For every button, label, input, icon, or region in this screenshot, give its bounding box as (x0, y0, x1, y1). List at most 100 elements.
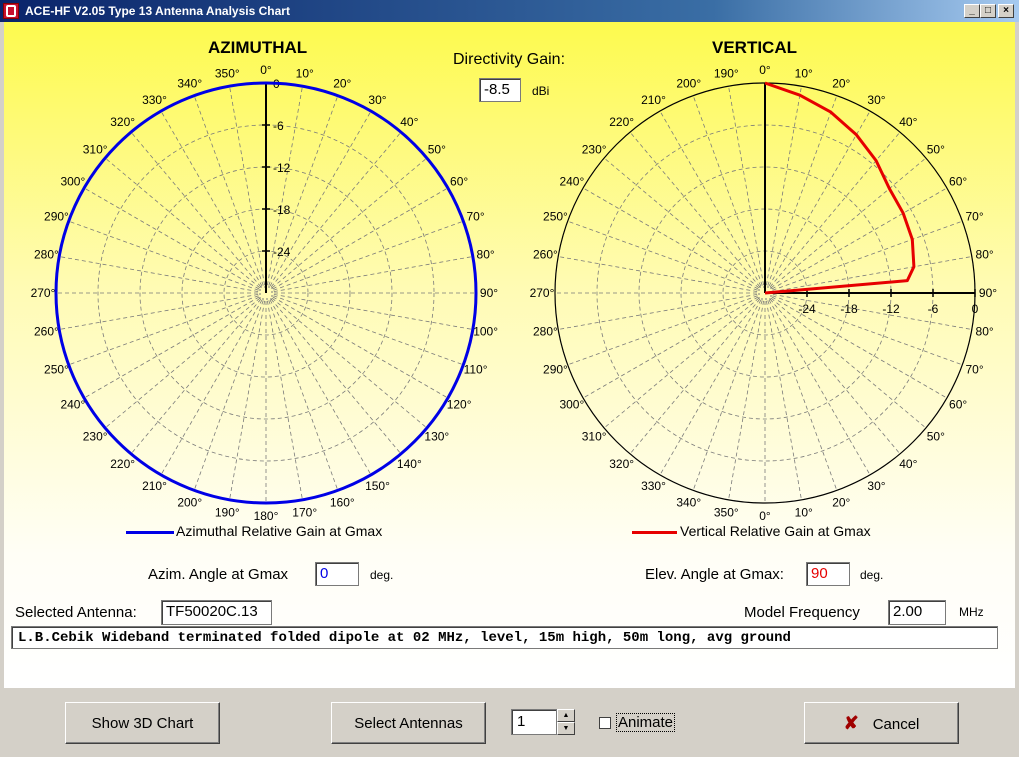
azimuth-angle-label: 340° (177, 76, 202, 90)
vertical-angle-label: 40° (899, 457, 917, 471)
vertical-angle-label: 30° (867, 479, 885, 493)
azimuth-angle-label: 110° (464, 362, 488, 376)
elev-angle-unit: deg. (860, 568, 884, 582)
vertical-grid-spoke (769, 298, 901, 455)
azimuth-angle-label: 200° (177, 496, 202, 510)
azimuth-radial-label: -24 (273, 245, 291, 259)
azimuth-grid-spoke (269, 110, 372, 287)
azim-angle-field: 0 (315, 562, 359, 586)
azimuth-angle-label: 60° (450, 175, 468, 189)
polar-charts: 0° 10° 20° 30° 40° 50° 60° 70° 80° 90° 100° 110° 120… (31, 63, 998, 523)
azimuth-grid-spoke (68, 220, 259, 291)
azimuth-angle-label: 70° (466, 210, 484, 224)
azimuth-grid-spoke (272, 296, 449, 399)
vertical-grid-spoke (659, 299, 762, 476)
vertical-angle-label: 70° (965, 362, 983, 376)
animate-label[interactable]: Animate (616, 713, 676, 732)
azimuth-angle-label: 140° (397, 457, 422, 471)
vertical-grid-spoke (582, 187, 759, 290)
spinner-input[interactable]: 1 (511, 709, 557, 735)
vertical-angle-label: 60° (949, 175, 967, 189)
vertical-radial-label: -18 (840, 302, 858, 316)
azim-angle-label: Azim. Angle at Gmax (148, 566, 289, 583)
vertical-grid-spoke (769, 131, 901, 288)
elev-angle-field: 90 (806, 562, 850, 586)
azimuth-grid-spoke (266, 300, 303, 500)
vertical-grid-spoke (629, 131, 761, 288)
vertical-angle-label: 270° (530, 286, 555, 300)
azimuth-angle-label: 230° (83, 429, 108, 443)
azimuth-angle-label: 120° (447, 398, 472, 412)
vertical-legend-line (632, 531, 677, 534)
select-antennas-button[interactable]: Select Antennas (331, 702, 486, 744)
azimuth-angle-label: 270° (31, 286, 56, 300)
azimuth-angle-label: 320° (110, 115, 135, 129)
azimuth-grid-spoke (271, 157, 428, 289)
select-antennas-label: Select Antennas (354, 715, 463, 732)
vertical-grid-spoke (770, 297, 927, 429)
azimuth-grid-spoke (273, 295, 464, 366)
vertical-grid-spoke (768, 299, 871, 476)
vertical-angle-label: 260° (533, 247, 558, 261)
animate-checkbox[interactable] (599, 717, 611, 729)
azim-angle-unit: deg. (370, 568, 394, 582)
spinner-down-icon[interactable]: ▼ (557, 722, 575, 735)
vertical-grid-spoke (771, 187, 948, 290)
model-frequency-label: Model Frequency (744, 604, 860, 621)
show-3d-chart-button[interactable]: Show 3D Chart (65, 702, 220, 744)
azimuth-angle-label: 90° (480, 286, 498, 300)
azimuth-angle-label: 220° (110, 457, 135, 471)
vertical-angle-label: 0° (759, 63, 771, 77)
vertical-angle-label: 230° (582, 143, 607, 157)
vertical-grid-spoke (567, 295, 758, 366)
azimuth-legend-line (126, 531, 174, 534)
show-3d-chart-label: Show 3D Chart (91, 715, 194, 732)
azimuth-grid-spoke (104, 297, 261, 429)
vertical-angle-label: 290° (543, 362, 568, 376)
spinner-up-icon[interactable]: ▲ (557, 709, 575, 722)
vertical-grid-spoke (603, 157, 760, 289)
azimuth-angle-label: 260° (34, 325, 59, 339)
vertical-grid-spoke (765, 300, 802, 500)
azimuth-angle-label: 20° (333, 76, 351, 90)
azimuth-angle-label: 170° (292, 506, 317, 520)
vertical-angle-label: 350° (714, 506, 739, 520)
azimuth-angle-label: 190° (215, 506, 240, 520)
azimuth-angle-label: 130° (424, 429, 449, 443)
vertical-angle-label: 280° (533, 325, 558, 339)
vertical-angle-label: 80° (976, 247, 994, 261)
cancel-button[interactable]: ✘ Cancel (804, 702, 959, 744)
azimuth-angle-label: 210° (142, 479, 167, 493)
vertical-grid-spoke (692, 95, 763, 286)
model-frequency-unit: MHz (959, 605, 984, 619)
vertical-angle-label: 50° (927, 143, 945, 157)
vertical-angle-label: 80° (976, 325, 994, 339)
azimuth-angle-label: 150° (365, 479, 390, 493)
azimuth-grid-spoke (273, 293, 473, 330)
vertical-angle-label: 40° (899, 115, 917, 129)
vertical-angle-label: 310° (582, 429, 607, 443)
vertical-angle-label: 220° (609, 115, 634, 129)
azimuth-angle-label: 40° (400, 115, 418, 129)
vertical-radial-label: -24 (798, 302, 816, 316)
azimuth-grid-spoke (270, 298, 402, 455)
azimuth-grid-spoke (273, 256, 473, 293)
azimuth-angle-label: 330° (142, 93, 167, 107)
vertical-radial-label: -12 (882, 302, 900, 316)
selected-antenna-label: Selected Antenna: (15, 604, 137, 621)
vertical-angle-label: 10° (795, 506, 813, 520)
azimuth-angle-label: 80° (477, 247, 495, 261)
azimuth-angle-label: 310° (83, 143, 108, 157)
vertical-angle-label: 330° (641, 479, 666, 493)
model-frequency-field[interactable]: 2.00 (888, 600, 946, 625)
azimuth-grid-spoke (270, 131, 402, 288)
vertical-angle-label: 340° (676, 496, 701, 510)
vertical-angle-label: 60° (949, 398, 967, 412)
spinner-buttons: ▲ ▼ (557, 709, 575, 735)
azimuth-radial-label: -18 (273, 203, 291, 217)
azimuth-grid-spoke (271, 297, 428, 429)
azimuth-radial-label: -6 (273, 119, 284, 133)
azimuth-angle-label: 300° (60, 175, 85, 189)
vertical-legend-label: Vertical Relative Gain at Gmax (680, 523, 871, 539)
azimuth-radial-label: -12 (273, 161, 291, 175)
